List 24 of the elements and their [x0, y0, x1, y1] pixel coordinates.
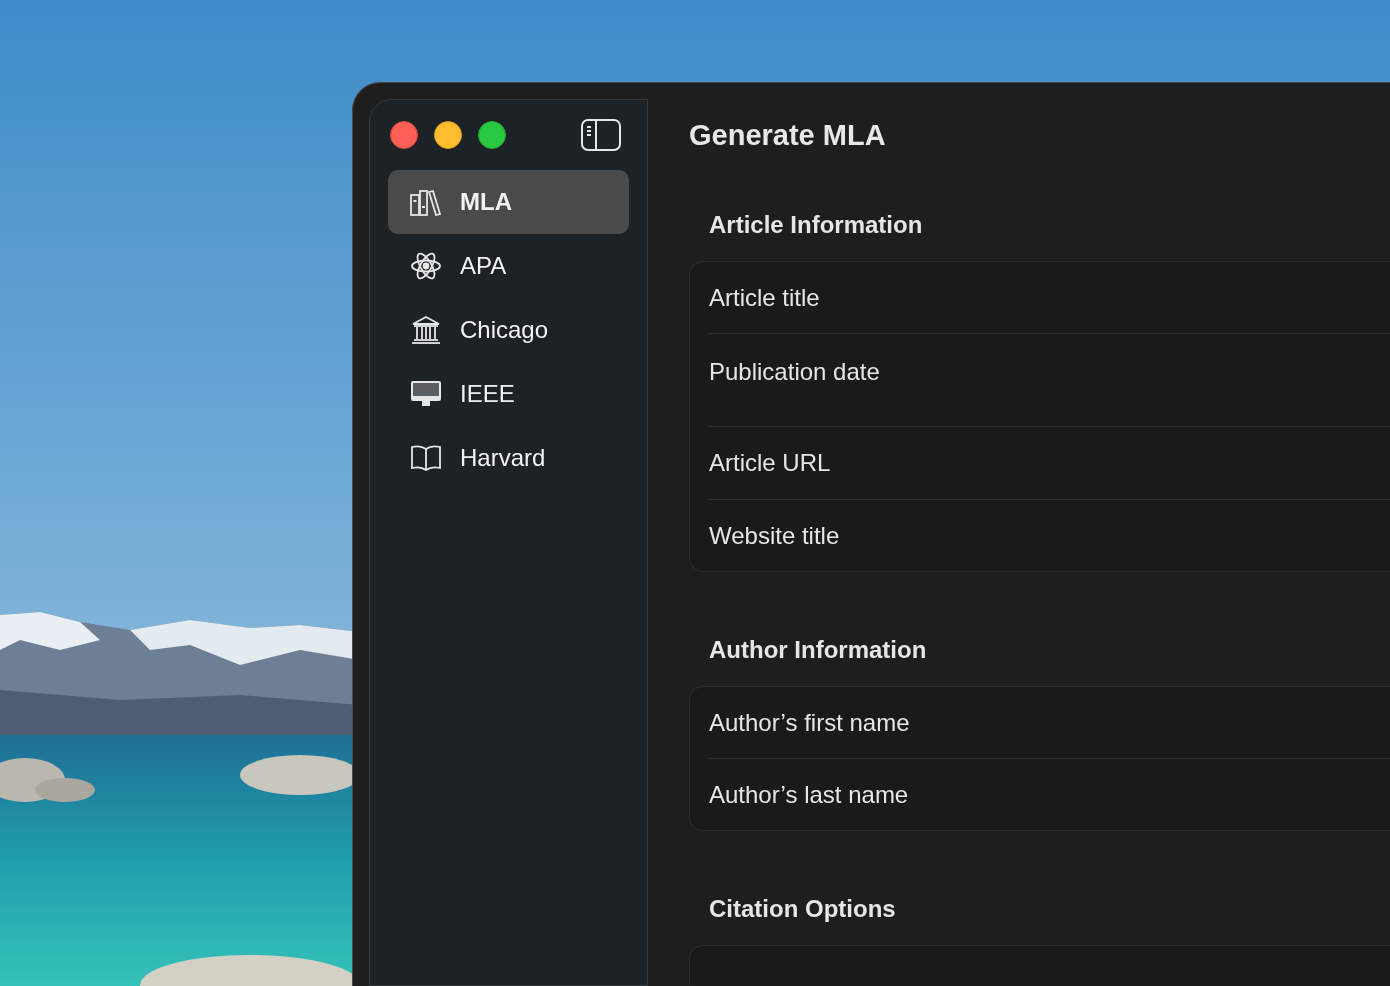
atom-icon — [410, 250, 442, 282]
sidebar-item[interactable]: IEEE — [388, 362, 629, 426]
books-icon — [410, 188, 442, 216]
monitor-icon — [410, 380, 442, 408]
sidebar-item[interactable]: APA — [388, 234, 629, 298]
field-label: Publication date — [709, 358, 880, 385]
input-field[interactable]: Article URL — [689, 427, 1390, 499]
input-field[interactable]: Website title — [689, 500, 1390, 572]
sidebar-item[interactable]: Harvard — [388, 426, 629, 490]
section-heading: Article Information — [708, 210, 924, 240]
zoom-button[interactable] — [478, 121, 506, 149]
input-field[interactable]: Author’s first name — [689, 686, 1390, 758]
sidebar-item[interactable]: MLA — [388, 170, 629, 234]
close-button[interactable] — [390, 121, 418, 149]
open-book-icon — [410, 445, 442, 471]
sidebar-item[interactable]: Chicago — [388, 298, 629, 362]
input-field[interactable]: Author’s last name — [689, 759, 1390, 831]
minimize-button[interactable] — [434, 121, 462, 149]
window-title: Generate MLA — [689, 118, 887, 153]
columned-building-icon — [411, 316, 441, 344]
input-field[interactable]: Article title — [689, 261, 1390, 333]
section-heading: Citation Options — [708, 894, 897, 924]
sidebar-toggle-icon[interactable] — [581, 119, 621, 151]
section-heading: Author Information — [708, 635, 928, 665]
